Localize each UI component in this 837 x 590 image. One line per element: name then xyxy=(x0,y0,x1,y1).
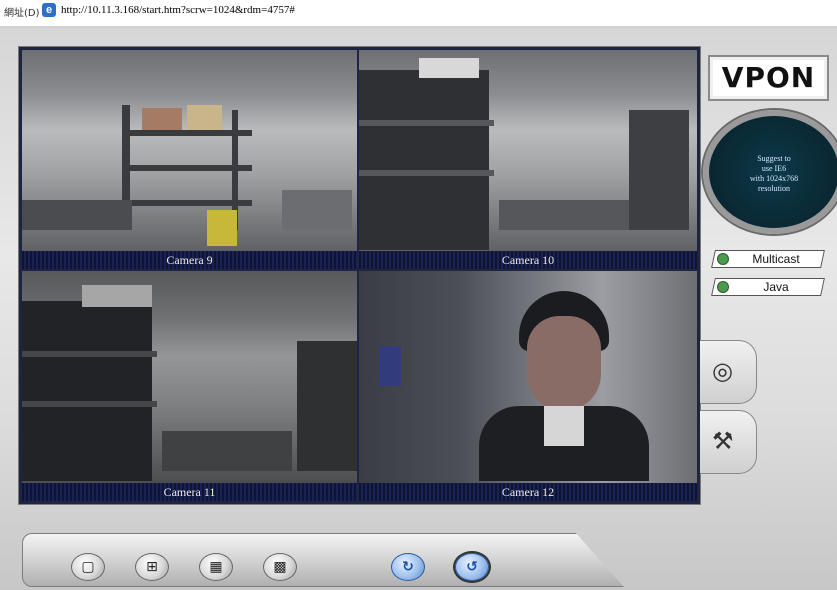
refresh-button[interactable]: ↻ xyxy=(391,553,425,581)
notice-text: Suggest to use IE6 with 1024x768 resolut… xyxy=(709,154,837,194)
camera-view-11[interactable]: Camera 11 xyxy=(22,271,357,501)
tools-icon: ⚒ xyxy=(712,427,734,455)
multicast-button[interactable]: Multicast xyxy=(711,250,825,268)
address-bar: 網址(D) e http://10.11.3.168/start.htm?scr… xyxy=(0,0,837,28)
layout-4-button[interactable]: ⊞ xyxy=(135,553,169,581)
layout-16-icon: ▩ xyxy=(273,559,287,575)
notice-line-2: use IE6 xyxy=(761,164,787,173)
vpon-logo: VPON xyxy=(708,55,829,101)
tab-disc-settings[interactable]: ◎ xyxy=(700,340,757,404)
java-button[interactable]: Java xyxy=(711,278,825,296)
camera-view-12[interactable]: Camera 12 xyxy=(359,271,697,501)
tab-tools[interactable]: ⚒ xyxy=(700,410,757,474)
multicast-radio-icon xyxy=(717,253,729,265)
refresh-icon: ↻ xyxy=(402,559,414,575)
camera-label-12: Camera 12 xyxy=(359,483,697,501)
java-label: Java xyxy=(763,280,789,294)
camera-label-10: Camera 10 xyxy=(359,251,697,269)
resolution-notice: Suggest to use IE6 with 1024x768 resolut… xyxy=(703,110,837,234)
disc-settings-icon: ◎ xyxy=(712,357,733,385)
camera-grid: Camera 9 Camera 10 Camera 11 Camera 12 xyxy=(18,46,701,505)
camera-label-11: Camera 11 xyxy=(22,483,357,501)
camera-view-10[interactable]: Camera 10 xyxy=(359,50,697,269)
address-url[interactable]: http://10.11.3.168/start.htm?scrw=1024&r… xyxy=(61,4,295,16)
layout-16-button[interactable]: ▩ xyxy=(263,553,297,581)
layout-4-icon: ⊞ xyxy=(146,559,158,575)
ie-page-icon: e xyxy=(42,3,56,17)
layout-toolbar: ▢ ⊞ ▦ ▩ ↻ ↺ xyxy=(22,533,624,587)
camera-image-9 xyxy=(22,50,357,251)
logo-text: VPON xyxy=(721,61,816,94)
java-radio-icon xyxy=(717,281,729,293)
sequence-icon: ↺ xyxy=(466,559,478,575)
camera-image-10 xyxy=(359,50,697,251)
layout-1-button[interactable]: ▢ xyxy=(71,553,105,581)
layout-9-icon: ▦ xyxy=(209,559,223,575)
notice-line-4: resolution xyxy=(758,184,790,193)
multicast-label: Multicast xyxy=(752,252,800,266)
notice-line-3: with 1024x768 xyxy=(749,174,799,183)
camera-label-9: Camera 9 xyxy=(22,251,357,269)
sequence-button[interactable]: ↺ xyxy=(455,553,489,581)
layout-9-button[interactable]: ▦ xyxy=(199,553,233,581)
notice-line-1: Suggest to xyxy=(757,154,791,163)
camera-image-12 xyxy=(359,271,697,483)
layout-1-icon: ▢ xyxy=(81,559,95,575)
camera-image-11 xyxy=(22,271,357,483)
address-label: 網址(D) xyxy=(4,8,40,19)
camera-view-9[interactable]: Camera 9 xyxy=(22,50,357,269)
